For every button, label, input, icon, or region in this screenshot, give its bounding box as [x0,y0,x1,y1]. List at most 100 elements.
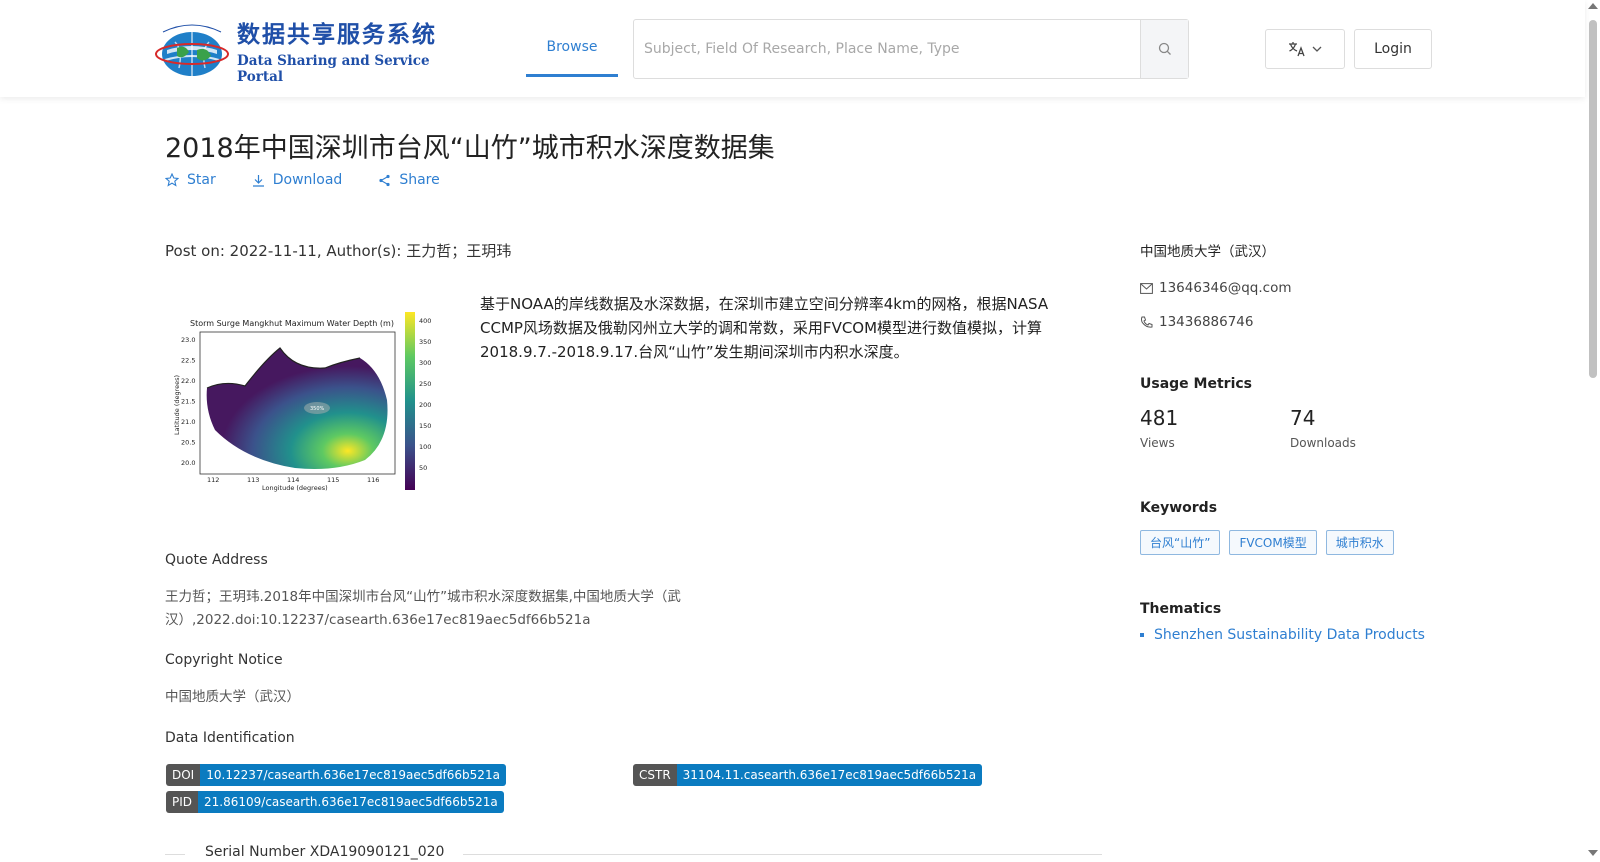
star-button[interactable]: Star [165,172,216,188]
star-icon [165,173,179,187]
views-label: Views [1140,436,1175,450]
bullet-icon [1140,633,1144,637]
nav-browse-tab[interactable]: Browse [526,19,618,77]
share-icon [379,174,390,186]
downloads-count: 74 [1290,406,1316,430]
keyword-tag[interactable]: 台风“山竹” [1140,530,1221,555]
share-button[interactable]: Share [378,172,440,188]
thumb-ytick: 22.5 [181,357,195,365]
login-button[interactable]: Login [1354,29,1432,69]
page-scrollbar[interactable] [1585,0,1600,861]
thumb-ytick: 23.0 [181,336,195,344]
usage-metrics-title: Usage Metrics [1140,376,1252,392]
keyword-tag[interactable]: 城市积水 [1325,530,1394,555]
translate-icon [1289,42,1305,57]
search-input[interactable] [634,20,1140,78]
logo-text: 数据共享服务系统 Data Sharing and Service Portal [237,15,443,85]
search-button[interactable] [1140,20,1188,78]
search-bar [633,19,1189,79]
phone-text: 13436886746 [1159,314,1254,330]
share-label: Share [399,172,440,188]
institution-name: 中国地质大学（武汉） [1140,244,1275,260]
serial-number: Serial Number XDA19090121_020 [205,844,445,860]
thumb-cbar-tick: 50 [419,464,427,472]
downloads-label: Downloads [1290,436,1356,450]
thematic-link[interactable]: Shenzhen Sustainability Data Products [1154,627,1425,643]
quote-line-2: 汉）,2022.doi:10.12237/casearth.636e17ec81… [165,612,591,628]
scroll-thumb[interactable] [1589,20,1597,378]
cstr-badge-value: 31104.11.casearth.636e17ec819aec5df66b52… [676,764,983,786]
thumb-ytick: 22.0 [181,377,195,385]
download-label: Download [272,172,343,188]
quote-line-1: 王力哲；王玥玮.2018年中国深圳市台风“山竹”城市积水深度数据集,中国地质大学… [165,589,681,605]
thumb-cbar-tick: 150 [419,422,431,430]
star-label: Star [187,172,216,188]
right-sidebar: 中国地质大学（武汉） 13646346@qq.com 13436886746 U… [1140,240,1440,643]
keyword-tag[interactable]: FVCOM模型 [1229,530,1317,555]
logo-en-text: Data Sharing and Service Portal [237,53,430,85]
keyword-list: 台风“山竹” FVCOM模型 城市积水 [1140,530,1440,555]
copyright-text: 中国地质大学（武汉） [165,689,300,705]
cstr-badge[interactable]: CSTR 31104.11.casearth.636e17ec819aec5df… [633,764,983,786]
scroll-up-arrow-icon[interactable] [1588,3,1598,9]
data-identification-label: Data Identification [165,730,295,746]
site-logo[interactable]: 数据共享服务系统 Data Sharing and Service Portal [153,20,443,85]
thumb-cbar-tick: 400 [419,317,431,325]
download-icon [252,174,264,187]
phone-icon [1141,316,1153,328]
chevron-down-icon [1312,46,1322,52]
globe-logo-icon [153,20,231,80]
thumb-cbar-tick: 350 [419,338,431,346]
thumb-ytick: 20.0 [181,459,195,467]
post-info: Post on: 2022-11-11, Author(s): 王力哲；王玥玮 [165,242,512,260]
thumb-cbar-tick: 300 [419,359,431,367]
email-text: 13646346@qq.com [1159,280,1292,296]
serial-number-divider: Serial Number XDA19090121_020 [165,844,1102,862]
doi-badge-value: 10.12237/casearth.636e17ec819aec5df66b52… [200,764,506,786]
thumb-xtick: 114 [287,476,299,484]
dataset-thumbnail[interactable]: Storm Surge Mangkhut Maximum Water Depth… [165,300,448,508]
thumb-colorbar-ticks: 400 350 300 250 200 150 100 50 [419,317,431,472]
thumb-title: Storm Surge Mangkhut Maximum Water Depth… [190,319,394,328]
copyright-label: Copyright Notice [165,652,283,668]
language-switcher-button[interactable] [1265,29,1345,69]
dataset-description: 基于NOAA的岸线数据及水深数据，在深圳市建立空间分辨率4km的网格，根据NAS… [480,295,1049,361]
thumb-xtick: 115 [327,476,339,484]
quote-address-label: Quote Address [165,552,268,568]
dataset-title: 2018年中国深圳市台风“山竹”城市积水深度数据集 [165,133,775,164]
thematic-item[interactable]: Shenzhen Sustainability Data Products [1140,627,1440,643]
thumb-yticks: 23.0 22.5 22.0 21.5 21.0 20.5 20.0 [181,336,195,467]
contact-email[interactable]: 13646346@qq.com [1140,280,1440,296]
pid-badge-key: PID [166,791,199,813]
keywords-title: Keywords [1140,500,1218,516]
quote-address-text: 王力哲；王玥玮.2018年中国深圳市台风“山竹”城市积水深度数据集,中国地质大学… [165,586,705,632]
download-button[interactable]: Download [252,172,343,188]
scroll-down-arrow-icon[interactable] [1588,850,1598,856]
thumb-ytick: 21.5 [181,398,195,406]
thumb-xticks: 112 113 114 115 116 [207,476,379,484]
thumb-xtick: 112 [207,476,219,484]
dataset-actions: Star Download Share [165,172,476,188]
thumb-center-label: 350% [310,406,325,412]
doi-badge[interactable]: DOI 10.12237/casearth.636e17ec819aec5df6… [166,764,506,786]
pid-badge[interactable]: PID 21.86109/casearth.636e17ec819aec5df6… [166,791,504,813]
views-metric: 481 Views [1140,406,1290,450]
contact-phone[interactable]: 13436886746 [1140,314,1440,330]
downloads-metric: 74 Downloads [1290,406,1440,450]
thumb-ytick: 21.0 [181,418,195,426]
thumb-cbar-tick: 200 [419,401,431,409]
doi-badge-key: DOI [166,764,201,786]
thumb-ytick: 20.5 [181,439,195,447]
thumb-xlabel: Longitude (degrees) [262,484,328,492]
thumb-xtick: 113 [247,476,259,484]
usage-metrics: 481 Views 74 Downloads [1140,406,1440,450]
views-count: 481 [1140,406,1179,430]
pid-badge-value: 21.86109/casearth.636e17ec819aec5df66b52… [198,791,504,813]
thumb-cbar-tick: 100 [419,443,431,451]
top-header: 数据共享服务系统 Data Sharing and Service Portal… [0,0,1585,97]
thumb-cbar-tick: 250 [419,380,431,388]
thematics-title: Thematics [1140,601,1222,617]
thumb-xtick: 116 [367,476,379,484]
mail-icon [1140,282,1153,294]
logo-cn-text: 数据共享服务系统 [237,22,437,48]
